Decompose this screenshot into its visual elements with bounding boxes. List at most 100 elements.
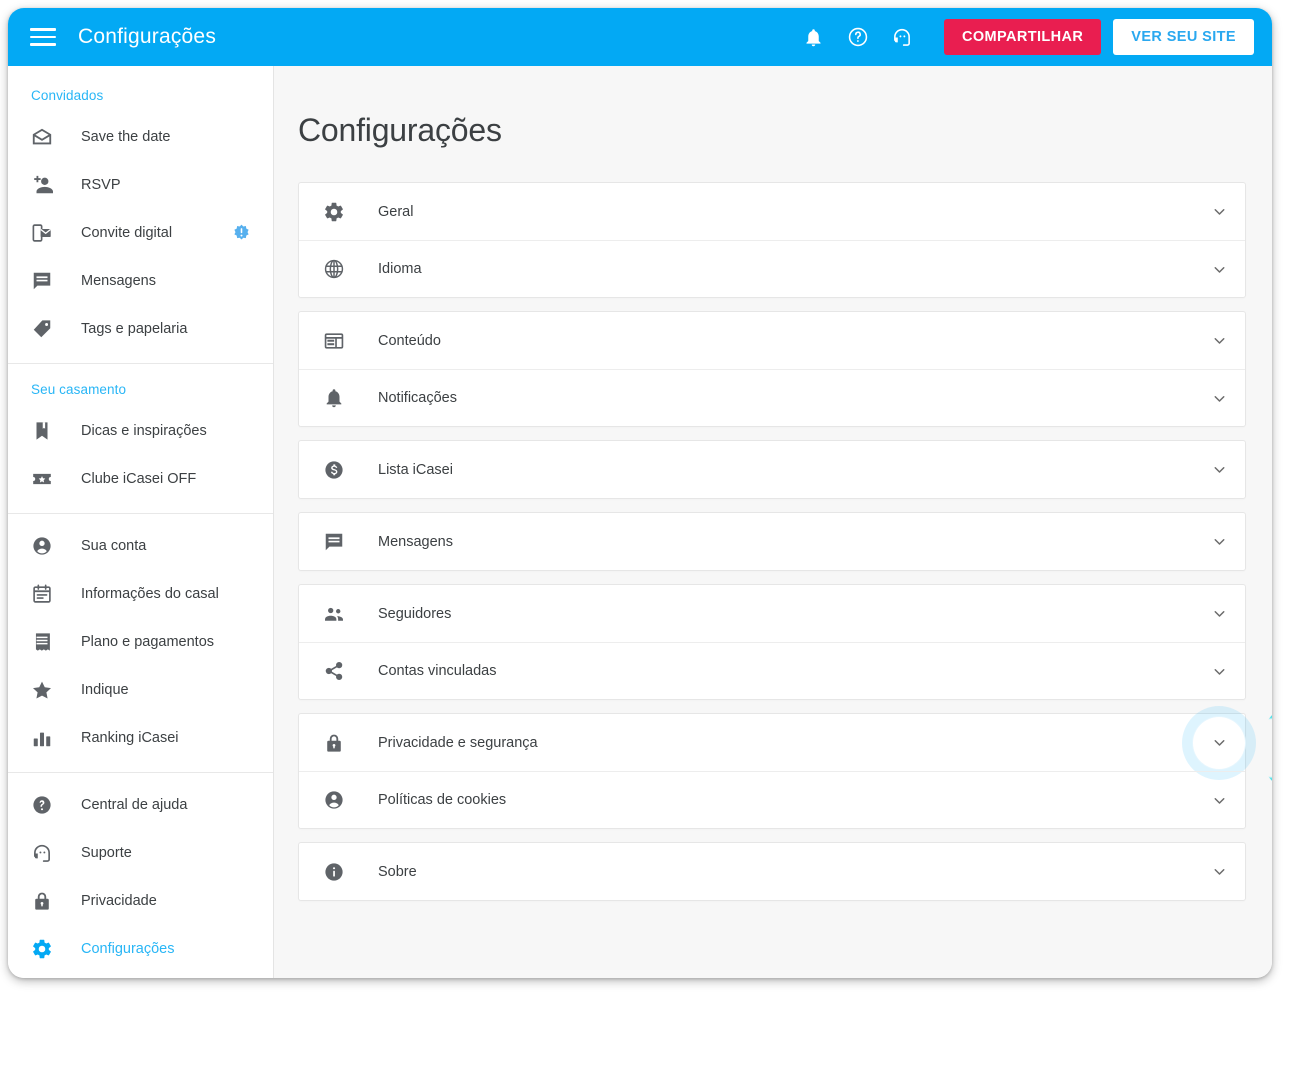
settings-row-pol-ticas-de-cookies[interactable]: Políticas de cookies (299, 771, 1245, 828)
sidebar-section-heading: Seu casamento (31, 382, 127, 397)
sidebar-item-label: Sua conta (81, 538, 147, 554)
sidebar-item-central-de-ajuda[interactable]: Central de ajuda (8, 781, 273, 829)
settings-card: Lista iCasei (298, 440, 1246, 499)
sidebar-item-save-the-date[interactable]: Save the date (8, 113, 273, 161)
sidebar-item-label: Clube iCasei OFF (81, 471, 197, 487)
tag-icon (31, 318, 61, 340)
chat-bubble-icon (31, 270, 61, 292)
sidebar-section-heading: Convidados (31, 88, 104, 103)
chevron-down-icon[interactable] (1193, 390, 1245, 407)
bell-icon (321, 387, 347, 409)
settings-row-label: Geral (378, 203, 414, 220)
sidebar-item-privacidade[interactable]: Privacidade (8, 877, 273, 925)
globe-icon (321, 258, 347, 280)
settings-row-geral[interactable]: Geral (299, 183, 1245, 240)
sidebar-item-mensagens[interactable]: Mensagens (8, 257, 273, 305)
chevron-down-icon[interactable] (1193, 533, 1245, 550)
help-circle-filled-icon (31, 794, 61, 816)
gear-icon (321, 201, 347, 223)
sidebar-item-label: Tags e papelaria (81, 321, 188, 337)
sidebar-item-label: Save the date (81, 129, 171, 145)
settings-card: Mensagens (298, 512, 1246, 571)
sidebar-navigation: Convidados Save the date RSVP Convite digit… (8, 66, 274, 978)
share-button[interactable]: COMPARTILHAR (943, 19, 1102, 55)
sidebar-item-label: RSVP (81, 177, 121, 193)
bookmark-book-icon (31, 420, 61, 442)
sidebar-item-plano-e-pagamentos[interactable]: Plano e pagamentos (8, 618, 273, 666)
chevron-down-icon[interactable] (1193, 605, 1245, 622)
chevron-down-icon[interactable] (1193, 734, 1245, 751)
sidebar-item-label: Plano e pagamentos (81, 634, 215, 650)
person-add-icon (31, 174, 61, 196)
settings-row-contas-vinculadas[interactable]: Contas vinculadas (299, 642, 1245, 699)
settings-card: Conteúdo Notificações (298, 311, 1246, 427)
chevron-down-icon[interactable] (1193, 792, 1245, 809)
settings-row-conte-do[interactable]: Conteúdo (299, 312, 1245, 369)
settings-card-list: Geral Idioma Conteúdo Notificações Lista iCa… (274, 149, 1272, 901)
sidebar-item-rsvp[interactable]: RSVP (8, 161, 273, 209)
settings-row-label: Conteúdo (378, 332, 441, 349)
settings-row-notifica-es[interactable]: Notificações (299, 369, 1245, 426)
sidebar-item-dicas-e-inspira-es[interactable]: Dicas e inspirações (8, 407, 273, 455)
mail-open-icon (31, 126, 61, 148)
receipt-icon (31, 631, 61, 653)
sidebar-section: Sua conta Informações do casal Plano e pag… (8, 513, 273, 772)
star-icon (31, 679, 61, 701)
sidebar-item-informa-es-do-casal[interactable]: Informações do casal (8, 570, 273, 618)
account-circle-icon (321, 789, 347, 811)
sidebar-item-label: Central de ajuda (81, 797, 188, 813)
support-headset-icon[interactable] (882, 17, 922, 57)
app-window: Configurações COMPARTILHAR VER SEU SITE … (8, 8, 1272, 978)
lock-icon (31, 890, 61, 912)
chat-bubble-icon (321, 531, 347, 553)
support-headset-icon (31, 842, 61, 864)
view-site-button[interactable]: VER SEU SITE (1113, 19, 1254, 55)
sidebar-item-label: Ranking iCasei (81, 730, 179, 746)
sidebar-item-label: Informações do casal (81, 586, 219, 602)
settings-card: Seguidores Contas vinculadas (298, 584, 1246, 700)
sidebar-item-label: Indique (81, 682, 129, 698)
main-content: Configurações Geral Idioma Conteúdo Notific… (274, 66, 1272, 978)
settings-row-label: Lista iCasei (378, 461, 453, 478)
settings-row-idioma[interactable]: Idioma (299, 240, 1245, 297)
settings-row-lista-icasei[interactable]: Lista iCasei (299, 441, 1245, 498)
body-split: Convidados Save the date RSVP Convite digit… (8, 66, 1272, 978)
sidebar-item-indique[interactable]: Indique (8, 666, 273, 714)
settings-row-label: Mensagens (378, 533, 453, 550)
sidebar-item-label: Configurações (81, 941, 175, 957)
settings-row-label: Privacidade e segurança (378, 734, 538, 751)
sidebar-item-label: Mensagens (81, 273, 156, 289)
share-nodes-icon (321, 660, 347, 682)
settings-row-seguidores[interactable]: Seguidores (299, 585, 1245, 642)
chevron-down-icon[interactable] (1193, 863, 1245, 880)
chevron-down-icon[interactable] (1193, 461, 1245, 478)
settings-row-label: Idioma (378, 261, 422, 277)
sidebar-item-label: Dicas e inspirações (81, 423, 207, 439)
chevron-down-icon[interactable] (1193, 332, 1245, 349)
settings-row-label: Contas vinculadas (378, 663, 497, 679)
sidebar-item-ranking-icasei[interactable]: Ranking iCasei (8, 714, 273, 762)
settings-row-sobre[interactable]: Sobre (299, 843, 1245, 900)
sidebar-item-sua-conta[interactable]: Sua conta (8, 522, 273, 570)
hamburger-menu-icon[interactable] (30, 24, 56, 50)
settings-card: Geral Idioma (298, 182, 1246, 298)
help-circle-icon[interactable] (838, 17, 878, 57)
sidebar-item-configura-es[interactable]: Configurações (8, 925, 273, 973)
sidebar-item-clube-icasei-off[interactable]: Clube iCasei OFF (8, 455, 273, 503)
settings-row-mensagens[interactable]: Mensagens (299, 513, 1245, 570)
chevron-down-icon[interactable] (1193, 663, 1245, 680)
sidebar-item-label: Suporte (81, 845, 132, 861)
sidebar-item-suporte[interactable]: Suporte (8, 829, 273, 877)
money-dollar-circle-icon (321, 459, 347, 481)
settings-row-label: Sobre (378, 863, 417, 880)
notifications-bell-icon[interactable] (794, 17, 834, 57)
sidebar-item-convite-digital[interactable]: Convite digital (8, 209, 273, 257)
settings-row-label: Notificações (378, 390, 457, 406)
sidebar-item-label: Convite digital (81, 225, 173, 241)
settings-card: Sobre (298, 842, 1246, 901)
chevron-down-icon[interactable] (1193, 261, 1245, 278)
chevron-down-icon[interactable] (1193, 203, 1245, 220)
settings-row-privacidade-e-seguran-a[interactable]: Privacidade e segurança (299, 714, 1245, 771)
account-circle-icon (31, 535, 61, 557)
sidebar-item-tags-e-papelaria[interactable]: Tags e papelaria (8, 305, 273, 353)
